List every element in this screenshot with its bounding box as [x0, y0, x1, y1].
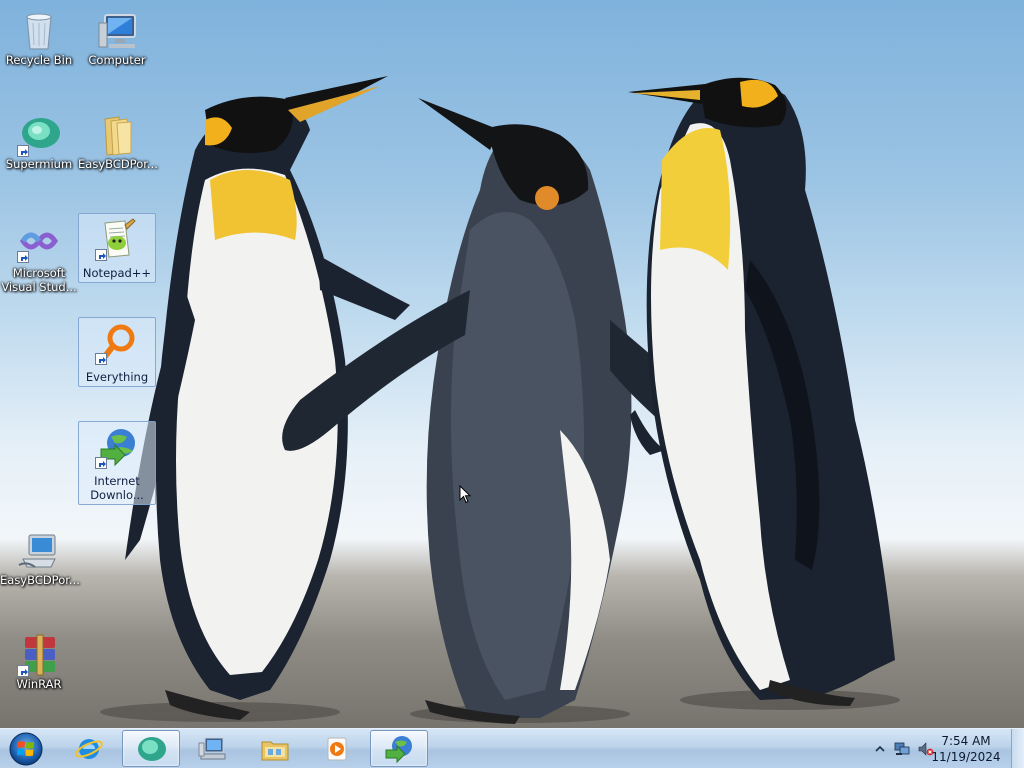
internet-download-manager-icon: [385, 735, 412, 763]
computer-network-icon: [198, 737, 226, 759]
network-icon[interactable]: [894, 741, 910, 757]
taskbar-media-player[interactable]: [308, 730, 366, 767]
easybcd-icon: [17, 529, 61, 573]
desktop-icon-supermium[interactable]: Supermium: [0, 107, 78, 185]
desktop-icon-computer[interactable]: Computer: [78, 3, 156, 81]
taskbar-internet-explorer[interactable]: [60, 730, 118, 767]
shortcut-arrow-icon: [95, 249, 107, 261]
internet-explorer-icon: [75, 738, 103, 759]
winrar-icon: [17, 633, 61, 677]
start-button[interactable]: [6, 732, 46, 766]
supermium-icon: [17, 113, 61, 157]
desktop-icon-easybcd-folder[interactable]: EasyBCDPor...: [78, 107, 158, 185]
file-explorer-icon: [261, 741, 289, 760]
folder-icon: [95, 113, 139, 157]
desktop-icon-label: Notepad++: [82, 266, 152, 280]
clock-date: 11/19/2024: [931, 750, 1001, 764]
desktop-icon-winrar[interactable]: WinRAR: [0, 627, 78, 705]
supermium-icon: [138, 736, 166, 761]
show-desktop-button[interactable]: [1011, 729, 1024, 768]
taskbar: 7:54 AM 11/19/2024: [0, 728, 1024, 768]
desktop-icon-label: EasyBCDPor...: [78, 157, 158, 171]
system-tray: 7:54 AM 11/19/2024: [864, 729, 1024, 768]
desktop-icon-label: Recycle Bin: [5, 53, 73, 67]
clock-time: 7:54 AM: [941, 734, 991, 748]
show-hidden-icons-icon[interactable]: [872, 741, 888, 757]
desktop-icon-label: Internet Downlo...: [90, 474, 144, 502]
notepadpp-icon: [95, 217, 139, 261]
desktop-icon-visual-studio[interactable]: Microsoft Visual Stud...: [0, 211, 78, 301]
taskbar-clock[interactable]: 7:54 AM 11/19/2024: [928, 733, 1004, 765]
media-player-icon: [327, 737, 347, 760]
desktop-icon-everything[interactable]: Everything: [78, 317, 156, 387]
mouse-pointer-icon: [459, 484, 473, 505]
shortcut-arrow-icon: [17, 145, 29, 157]
desktop-icon-notepadpp[interactable]: Notepad++: [78, 213, 156, 283]
taskbar-supermium[interactable]: [122, 730, 180, 767]
shortcut-arrow-icon: [17, 665, 29, 677]
visual-studio-icon: [17, 219, 61, 263]
shortcut-arrow-icon: [17, 251, 29, 263]
taskbar-file-explorer[interactable]: [246, 730, 304, 767]
desktop-icon-label: Microsoft Visual Stud...: [1, 266, 77, 294]
desktop-icon-label: Everything: [85, 370, 149, 384]
shortcut-arrow-icon: [95, 457, 107, 469]
desktop-icon-easybcd[interactable]: EasyBCDPor...: [0, 523, 80, 601]
desktop-icon-label: EasyBCDPor...: [0, 573, 80, 587]
desktop-icon-label: Computer: [88, 53, 146, 67]
computer-icon: [95, 9, 139, 53]
desktop-icon-internet-download-manager[interactable]: Internet Downlo...: [78, 421, 156, 505]
taskbar-internet-download-manager[interactable]: [370, 730, 428, 767]
desktop-icon-recycle-bin[interactable]: Recycle Bin: [0, 3, 78, 81]
everything-icon: [95, 321, 139, 365]
windows-start-icon: [9, 732, 43, 766]
desktop-icon-label: WinRAR: [16, 677, 62, 691]
desktop-icon-label: Supermium: [5, 157, 73, 171]
recycle-bin-icon: [17, 9, 61, 53]
shortcut-arrow-icon: [95, 353, 107, 365]
taskbar-network-computer[interactable]: [184, 730, 242, 767]
internet-download-manager-icon: [95, 425, 139, 469]
